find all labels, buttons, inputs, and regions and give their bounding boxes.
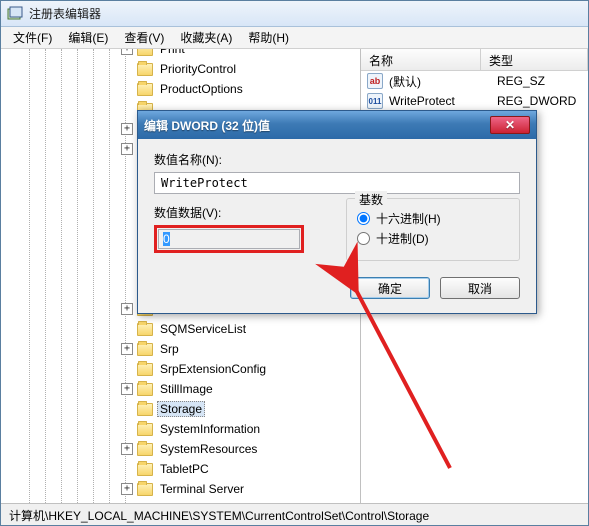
no-expand [121, 463, 133, 475]
tree-item[interactable]: PriorityControl [1, 59, 360, 79]
base-group: 基数 十六进制(H) 十进制(D) [346, 198, 520, 261]
base-group-label: 基数 [355, 191, 387, 208]
radio-dec-input[interactable] [357, 232, 370, 245]
folder-icon [137, 343, 153, 356]
expand-icon[interactable]: + [121, 123, 133, 135]
folder-icon [137, 463, 153, 476]
menu-favorites[interactable]: 收藏夹(A) [172, 27, 240, 48]
tree-item-label: Srp [157, 341, 182, 357]
tree-item[interactable]: + Srp [1, 339, 360, 359]
ok-button[interactable]: 确定 [350, 277, 430, 299]
expand-icon[interactable]: + [121, 143, 133, 155]
edit-dword-dialog: 编辑 DWORD (32 位)值 ✕ 数值名称(N): WriteProtect… [137, 110, 537, 314]
radio-hex[interactable]: 十六进制(H) [357, 210, 509, 227]
expand-icon[interactable]: + [121, 343, 133, 355]
tree-item-label: Storage [157, 401, 205, 417]
no-expand [121, 283, 133, 295]
window-title: 注册表编辑器 [29, 5, 101, 22]
tree-item[interactable]: ProductOptions [1, 79, 360, 99]
tree-item-label: StillImage [157, 381, 216, 397]
menu-help[interactable]: 帮助(H) [240, 27, 297, 48]
dialog-title: 编辑 DWORD (32 位)值 [144, 117, 270, 134]
radio-hex-input[interactable] [357, 212, 370, 225]
menu-edit[interactable]: 编辑(E) [60, 27, 116, 48]
tree-item[interactable]: + Terminal Server [1, 479, 360, 499]
tree-item-label: Print [157, 49, 188, 57]
tree-item-label: SrpExtensionConfig [157, 361, 269, 377]
value-data-input[interactable]: 0 [158, 229, 300, 249]
expand-icon[interactable]: + [121, 49, 133, 55]
tree-item-label: ProductOptions [157, 81, 246, 97]
no-expand [121, 63, 133, 75]
no-expand [121, 363, 133, 375]
folder-icon [137, 483, 153, 496]
cancel-button[interactable]: 取消 [440, 277, 520, 299]
folder-icon [137, 63, 153, 76]
no-expand [121, 223, 133, 235]
folder-icon [137, 403, 153, 416]
expand-icon[interactable]: + [121, 443, 133, 455]
radio-dec[interactable]: 十进制(D) [357, 230, 509, 247]
tree-item[interactable]: SrpExtensionConfig [1, 359, 360, 379]
value-data-highlight: 0 [154, 225, 304, 253]
value-type: REG_DWORD [497, 94, 576, 108]
app-icon [7, 6, 23, 22]
no-expand [121, 423, 133, 435]
col-type[interactable]: 类型 [481, 49, 588, 70]
no-expand [121, 323, 133, 335]
tree-item-label: PriorityControl [157, 61, 239, 77]
folder-icon [137, 443, 153, 456]
expand-icon[interactable]: + [121, 303, 133, 315]
folder-icon [137, 383, 153, 396]
no-expand [121, 103, 133, 115]
list-row[interactable]: 011 WriteProtectREG_DWORD [361, 91, 588, 111]
expand-icon[interactable]: + [121, 483, 133, 495]
tree-item[interactable]: SystemInformation [1, 419, 360, 439]
no-expand [121, 83, 133, 95]
value-name: WriteProtect [389, 94, 497, 108]
tree-item-label: SystemInformation [157, 421, 263, 437]
tree-item[interactable]: + StillImage [1, 379, 360, 399]
no-expand [121, 403, 133, 415]
folder-icon [137, 423, 153, 436]
folder-icon [137, 363, 153, 376]
tree-item[interactable]: TabletPC [1, 459, 360, 479]
string-value-icon: ab [367, 73, 383, 89]
value-type: REG_SZ [497, 74, 545, 88]
no-expand [121, 243, 133, 255]
no-expand [121, 183, 133, 195]
dialog-body: 数值名称(N): WriteProtect 数值数据(V): 0 基数 十六进制… [138, 139, 536, 313]
dword-value-icon: 011 [367, 93, 383, 109]
statusbar: 计算机\HKEY_LOCAL_MACHINE\SYSTEM\CurrentCon… [1, 503, 588, 525]
folder-icon [137, 323, 153, 336]
value-name-label: 数值名称(N): [154, 151, 520, 168]
folder-icon [137, 49, 153, 56]
tree-item[interactable]: SQMServiceList [1, 319, 360, 339]
value-data-label: 数值数据(V): [154, 204, 328, 221]
dialog-titlebar[interactable]: 编辑 DWORD (32 位)值 ✕ [138, 111, 536, 139]
list-row[interactable]: ab (默认)REG_SZ [361, 71, 588, 91]
no-expand [121, 163, 133, 175]
menu-file[interactable]: 文件(F) [5, 27, 60, 48]
tree-item[interactable]: + SystemResources [1, 439, 360, 459]
no-expand [121, 263, 133, 275]
status-path: 计算机\HKEY_LOCAL_MACHINE\SYSTEM\CurrentCon… [9, 509, 429, 523]
titlebar: 注册表编辑器 [1, 1, 588, 27]
list-header[interactable]: 名称 类型 [361, 49, 588, 71]
tree-item-label: TabletPC [157, 461, 212, 477]
tree-item-label: SQMServiceList [157, 321, 249, 337]
tree-item[interactable]: + Print [1, 49, 360, 59]
folder-icon [137, 83, 153, 96]
col-name[interactable]: 名称 [361, 49, 481, 70]
close-icon[interactable]: ✕ [490, 116, 530, 134]
menubar: 文件(F) 编辑(E) 查看(V) 收藏夹(A) 帮助(H) [1, 27, 588, 49]
tree-item[interactable]: Storage [1, 399, 360, 419]
no-expand [121, 203, 133, 215]
menu-view[interactable]: 查看(V) [116, 27, 172, 48]
value-name: (默认) [389, 73, 497, 90]
value-name-field: WriteProtect [154, 172, 520, 194]
tree-item-label: SystemResources [157, 441, 260, 457]
tree-item-label: Terminal Server [157, 481, 247, 497]
expand-icon[interactable]: + [121, 383, 133, 395]
